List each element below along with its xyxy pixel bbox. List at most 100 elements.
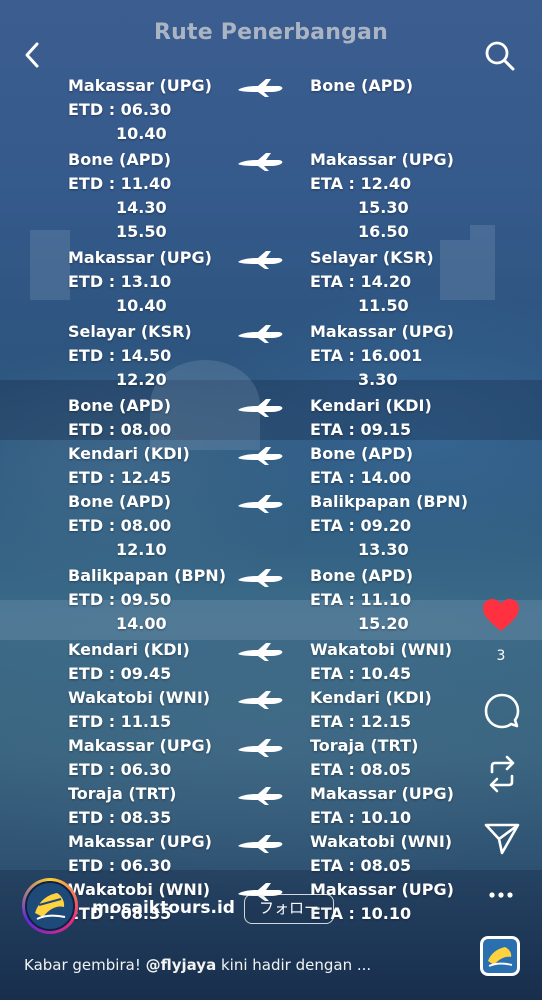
departure-time: ETD : 11.15 <box>68 712 172 731</box>
route-destination: Makassar (UPG) <box>310 784 454 803</box>
airplane-icon <box>238 691 283 709</box>
arrival-time-extra: 15.20 <box>358 614 409 633</box>
departure-time-extra: 10.40 <box>116 296 167 315</box>
departure-time-extra: 14.30 <box>116 198 167 217</box>
airplane-icon <box>238 251 283 269</box>
arrival-time-extra: 13.30 <box>358 540 409 559</box>
departure-time: ETD : 14.50 <box>68 346 172 365</box>
departure-time: ETD : 06.30 <box>68 760 172 779</box>
arrival-time: ETA : 12.15 <box>310 712 412 731</box>
route-origin: Toraja (TRT) <box>68 784 177 803</box>
route-origin: Wakatobi (WNI) <box>68 880 211 899</box>
departure-time-extra: 14.00 <box>116 614 167 633</box>
route-origin: Makassar (UPG) <box>68 248 212 267</box>
caption-mention[interactable]: @flyjaya <box>146 956 217 974</box>
airplane-icon <box>238 739 283 757</box>
page-title: Rute Penerbangan <box>154 20 388 45</box>
departure-time: ETD : 09.45 <box>68 664 172 683</box>
caption-suffix: kini hadir dengan ... <box>216 956 372 974</box>
route-origin: Selayar (KSR) <box>68 322 192 341</box>
arrival-time: ETA : 08.05 <box>310 856 412 875</box>
background-building <box>470 225 495 300</box>
departure-time: ETD : 12.45 <box>68 468 172 487</box>
arrival-time-extra: 11.50 <box>358 296 409 315</box>
arrival-time: ETA : 10.45 <box>310 664 412 683</box>
route-destination: Bone (APD) <box>310 76 414 95</box>
route-origin: Kendari (KDI) <box>68 444 190 463</box>
airplane-icon <box>238 325 283 343</box>
arrival-time: ETA : 14.00 <box>310 468 412 487</box>
departure-time-extra: 12.20 <box>116 370 167 389</box>
departure-time-extra: 10.40 <box>116 124 167 143</box>
airplane-icon <box>238 787 283 805</box>
departure-time: ETD : 08.00 <box>68 420 172 439</box>
route-destination: Wakatobi (WNI) <box>310 640 453 659</box>
departure-time: ETD : 09.50 <box>68 590 172 609</box>
departure-time-extra: 15.50 <box>116 222 167 241</box>
search-icon[interactable] <box>484 40 516 72</box>
route-origin: Makassar (UPG) <box>68 76 212 95</box>
comment-icon[interactable] <box>484 693 520 729</box>
follow-button[interactable]: フォロー <box>244 894 334 924</box>
airplane-icon <box>238 835 283 853</box>
arrival-time: ETA : 09.20 <box>310 516 412 535</box>
departure-time: ETD : 06.30 <box>68 100 172 119</box>
airplane-icon <box>238 447 283 465</box>
route-origin: Kendari (KDI) <box>68 640 190 659</box>
route-destination: Bone (APD) <box>310 566 414 585</box>
arrival-time: ETA : 12.40 <box>310 174 412 193</box>
route-destination: Kendari (KDI) <box>310 688 432 707</box>
arrival-time: ETA : 09.15 <box>310 420 412 439</box>
route-destination: Wakatobi (WNI) <box>310 832 453 851</box>
route-destination: Kendari (KDI) <box>310 396 432 415</box>
arrival-time-extra: 3.30 <box>358 370 398 389</box>
more-options-icon[interactable] <box>488 890 514 900</box>
logo-icon <box>488 947 513 967</box>
route-destination: Makassar (UPG) <box>310 322 454 341</box>
audio-thumbnail[interactable] <box>480 936 520 976</box>
departure-time: ETD : 11.40 <box>68 174 172 193</box>
departure-time: ETD : 08.35 <box>68 808 172 827</box>
post-caption[interactable]: Kabar gembira! @flyjaya kini hadir denga… <box>24 956 371 974</box>
heart-icon[interactable] <box>482 598 520 632</box>
logo-icon <box>35 893 66 920</box>
background-building <box>30 230 70 300</box>
departure-time-extra: 12.10 <box>116 540 167 559</box>
route-destination: Makassar (UPG) <box>310 150 454 169</box>
airplane-icon <box>238 495 283 513</box>
account-name[interactable]: mosaiktours.id <box>92 898 235 918</box>
route-origin: Bone (APD) <box>68 396 172 415</box>
airplane-icon <box>238 569 283 587</box>
route-origin: Wakatobi (WNI) <box>68 688 211 707</box>
reel-viewer: Rute Penerbangan Makassar (UPG) Bone (APD… <box>0 0 542 1000</box>
arrival-time: ETA : 11.10 <box>310 590 412 609</box>
arrival-time: ETA : 16.001 <box>310 346 423 365</box>
repost-icon[interactable] <box>484 754 520 794</box>
caption-text: Kabar gembira! <box>24 956 146 974</box>
route-origin: Makassar (UPG) <box>68 736 212 755</box>
chevron-left-icon[interactable] <box>20 40 46 70</box>
arrival-time: ETA : 14.20 <box>310 272 412 291</box>
arrival-time-extra: 15.30 <box>358 198 409 217</box>
route-destination: Bone (APD) <box>310 444 414 463</box>
arrival-time: ETA : 08.05 <box>310 760 412 779</box>
airplane-icon <box>238 79 283 97</box>
airplane-icon <box>238 399 283 417</box>
departure-time: ETD : 13.10 <box>68 272 172 291</box>
route-destination: Toraja (TRT) <box>310 736 419 755</box>
airplane-icon <box>238 643 283 661</box>
likes-count: 3 <box>496 648 506 664</box>
avatar[interactable] <box>22 878 78 934</box>
send-icon[interactable] <box>484 822 520 856</box>
arrival-time: ETA : 10.10 <box>310 808 412 827</box>
background-building <box>440 240 470 300</box>
route-origin: Balikpapan (BPN) <box>68 566 226 585</box>
arrival-time-extra: 16.50 <box>358 222 409 241</box>
departure-time: ETD : 06.30 <box>68 856 172 875</box>
departure-time: ETD : 08.00 <box>68 516 172 535</box>
airplane-icon <box>238 153 283 171</box>
route-origin: Makassar (UPG) <box>68 832 212 851</box>
route-destination: Selayar (KSR) <box>310 248 434 267</box>
route-origin: Bone (APD) <box>68 492 172 511</box>
route-origin: Bone (APD) <box>68 150 172 169</box>
